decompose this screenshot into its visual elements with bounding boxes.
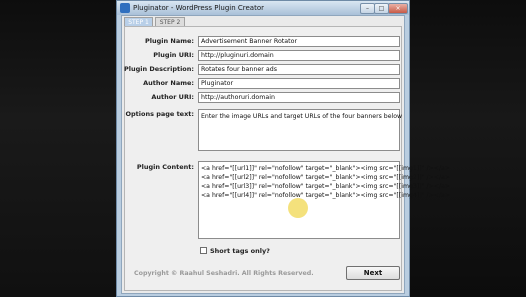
plugin-uri-label: Plugin URI: bbox=[153, 51, 194, 59]
plugin-uri-input[interactable]: http://pluginuri.domain bbox=[198, 50, 400, 61]
title-bar[interactable]: Pluginator - WordPress Plugin Creator – … bbox=[117, 1, 409, 15]
options-page-text-area[interactable]: Enter the image URLs and target URLs of … bbox=[198, 109, 403, 151]
plugin-content-line: <a href="[[url1]]" rel="nofollow" target… bbox=[201, 165, 451, 172]
window-title: Pluginator - WordPress Plugin Creator bbox=[133, 4, 265, 12]
main-content: STEP 1 STEP 2 Plugin Name: Advertisement… bbox=[121, 15, 451, 294]
minimize-button[interactable]: – bbox=[360, 3, 375, 14]
author-name-label: Author Name: bbox=[143, 79, 194, 87]
plugin-name-label: Plugin Name: bbox=[145, 37, 194, 45]
background-right bbox=[410, 0, 526, 297]
short-tags-checkbox[interactable] bbox=[200, 247, 207, 254]
short-tags-label: Short tags only? bbox=[210, 247, 270, 255]
plugin-content-label: Plugin Content: bbox=[136, 163, 194, 171]
copyright-text: Copyright © Raahul Seshadri. All Rights … bbox=[134, 270, 314, 277]
step-1-panel: Plugin Name: Advertisement Banner Rotato… bbox=[123, 26, 451, 291]
tab-step-1[interactable]: STEP 1 bbox=[124, 17, 153, 26]
mouse-cursor-highlight bbox=[288, 198, 308, 218]
maximize-button[interactable]: □ bbox=[374, 3, 389, 14]
app-icon bbox=[120, 3, 130, 13]
author-uri-label: Author URI: bbox=[151, 93, 194, 101]
plugin-content-line: <a href="[[url2]]" rel="nofollow" target… bbox=[201, 174, 451, 181]
options-page-text-value: Enter the image URLs and target URLs of … bbox=[201, 113, 403, 120]
plugin-description-input[interactable]: Rotates four banner ads bbox=[198, 64, 400, 75]
background-left bbox=[0, 0, 116, 297]
author-name-input[interactable]: Pluginator bbox=[198, 78, 400, 89]
next-button[interactable]: Next bbox=[346, 266, 400, 280]
author-uri-input[interactable]: http://authoruri.domain bbox=[198, 92, 400, 103]
options-page-text-label: Options page text: bbox=[125, 110, 194, 118]
plugin-name-input[interactable]: Advertisement Banner Rotator bbox=[198, 36, 400, 47]
plugin-content-line: <a href="[[url3]]" rel="nofollow" target… bbox=[201, 183, 451, 190]
tab-step-2[interactable]: STEP 2 bbox=[155, 17, 185, 26]
app-window: Pluginator - WordPress Plugin Creator – … bbox=[116, 0, 451, 297]
plugin-description-label: Plugin Description: bbox=[123, 65, 194, 73]
close-button[interactable]: × bbox=[388, 3, 408, 14]
